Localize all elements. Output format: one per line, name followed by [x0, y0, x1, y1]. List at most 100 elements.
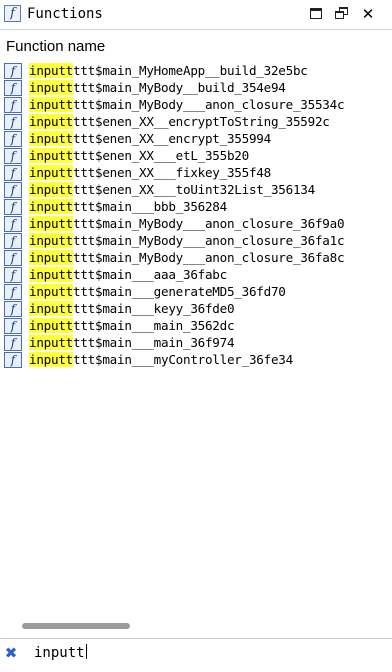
filter-input[interactable]: inputt [34, 643, 87, 663]
function-name: inputtttt$enen_XX___etL_355b20 [29, 147, 249, 164]
function-icon: f [4, 199, 22, 215]
table-row[interactable]: f inputtttt$main___generateMD5_36fd70 [0, 283, 392, 300]
function-name: inputtttt$main___keyy_36fde0 [29, 300, 235, 317]
function-name-rest: ttt$enen_XX__encrypt_355994 [73, 131, 271, 146]
table-row[interactable]: f inputtttt$enen_XX__encryptToString_3559… [0, 113, 392, 130]
table-row[interactable]: f inputtttt$main_MyBody___anon_closure_36… [0, 249, 392, 266]
search-match-highlight: inputt [29, 233, 73, 248]
function-name-rest: ttt$main_MyBody___anon_closure_36fa1c [73, 233, 345, 248]
function-icon: f [4, 352, 22, 368]
table-row[interactable]: f inputtttt$enen_XX___etL_355b20 [0, 147, 392, 164]
function-name: inputtttt$main___myController_36fe34 [29, 351, 293, 368]
search-match-highlight: inputt [29, 80, 73, 95]
function-name: inputtttt$enen_XX__encryptToString_35592… [29, 113, 330, 130]
function-name: inputtttt$main_MyBody___anon_closure_36f… [29, 215, 345, 232]
window-titlebar: f Functions ✕ [0, 0, 392, 30]
search-match-highlight: inputt [29, 250, 73, 265]
function-name-rest: ttt$main___main_36f974 [73, 335, 235, 350]
table-row[interactable]: f inputtttt$main___main_36f974 [0, 334, 392, 351]
table-row[interactable]: f inputtttt$main_MyBody___anon_closure_36… [0, 232, 392, 249]
function-icon: f [4, 267, 22, 283]
clear-filter-icon[interactable]: ✖ [4, 645, 18, 661]
function-name-rest: ttt$enen_XX___fixkey_355f48 [73, 165, 271, 180]
search-match-highlight: inputt [29, 165, 73, 180]
search-match-highlight: inputt [29, 352, 73, 367]
function-name-rest: ttt$enen_XX___etL_355b20 [73, 148, 249, 163]
search-match-highlight: inputt [29, 182, 73, 197]
table-row[interactable]: f inputtttt$enen_XX___fixkey_355f48 [0, 164, 392, 181]
function-name: inputtttt$main___generateMD5_36fd70 [29, 283, 286, 300]
function-name: inputtttt$main___main_36f974 [29, 334, 235, 351]
horizontal-scrollbar-thumb[interactable] [22, 623, 130, 629]
search-match-highlight: inputt [29, 267, 73, 282]
function-name-rest: ttt$enen_XX__encryptToString_35592c [73, 114, 330, 129]
table-row[interactable]: f inputtttt$enen_XX___toUint32List_356134 [0, 181, 392, 198]
function-icon: f [4, 148, 22, 164]
function-name-rest: ttt$main_MyBody___anon_closure_36f9a0 [73, 216, 345, 231]
function-icon: f [4, 250, 22, 266]
function-name: inputtttt$main_MyBody___anon_closure_36f… [29, 232, 345, 249]
function-name-rest: ttt$main___aaa_36fabc [73, 267, 227, 282]
column-header-function-name[interactable]: Function name [6, 37, 105, 57]
search-match-highlight: inputt [29, 284, 73, 299]
function-name-rest: ttt$main_MyHomeApp__build_32e5bc [73, 63, 308, 78]
function-name-rest: ttt$main___bbb_356284 [73, 199, 227, 214]
function-icon: f [4, 233, 22, 249]
function-icon: f [4, 5, 21, 22]
close-icon[interactable]: ✕ [360, 6, 376, 22]
table-row[interactable]: f inputtttt$main___myController_36fe34 [0, 351, 392, 368]
function-icon: f [4, 97, 22, 113]
restore-icon[interactable] [334, 6, 350, 22]
function-name: inputtttt$main_MyBody___anon_closure_36f… [29, 249, 345, 266]
function-icon: f [4, 335, 22, 351]
function-name-rest: ttt$main___myController_36fe34 [73, 352, 293, 367]
table-row[interactable]: f inputtttt$main_MyBody__build_354e94 [0, 79, 392, 96]
function-icon: f [4, 301, 22, 317]
function-icon: f [4, 182, 22, 198]
search-match-highlight: inputt [29, 114, 73, 129]
search-match-highlight: inputt [29, 97, 73, 112]
function-name: inputtttt$enen_XX___fixkey_355f48 [29, 164, 271, 181]
functions-panel: Function name f inputtttt$main_MyHomeApp_… [0, 30, 392, 636]
function-name: inputtttt$enen_XX___toUint32List_356134 [29, 181, 315, 198]
search-match-highlight: inputt [29, 318, 73, 333]
function-name-rest: ttt$main_MyBody___anon_closure_36fa8c [73, 250, 345, 265]
function-name: inputtttt$main_MyBody__build_354e94 [29, 79, 286, 96]
search-match-highlight: inputt [29, 148, 73, 163]
function-icon: f [4, 63, 22, 79]
function-icon: f [4, 216, 22, 232]
function-name: inputtttt$main_MyHomeApp__build_32e5bc [29, 62, 308, 79]
function-icon: f [4, 165, 22, 181]
filter-input-value: inputt [34, 645, 85, 661]
function-list: f inputtttt$main_MyHomeApp__build_32e5bc f… [0, 62, 392, 368]
function-name: inputtttt$main___main_3562dc [29, 317, 235, 334]
table-row[interactable]: f inputtttt$main___main_3562dc [0, 317, 392, 334]
search-match-highlight: inputt [29, 63, 73, 78]
function-icon: f [4, 284, 22, 300]
table-row[interactable]: f inputtttt$main___keyy_36fde0 [0, 300, 392, 317]
function-name-rest: ttt$enen_XX___toUint32List_356134 [73, 182, 315, 197]
function-name-rest: ttt$main___keyy_36fde0 [73, 301, 235, 316]
function-name: inputtttt$main___bbb_356284 [29, 198, 227, 215]
text-caret [85, 644, 87, 659]
search-match-highlight: inputt [29, 216, 73, 231]
maximize-icon[interactable] [308, 6, 324, 22]
search-match-highlight: inputt [29, 301, 73, 316]
window-title: Functions [27, 6, 103, 22]
table-row[interactable]: f inputtttt$main___aaa_36fabc [0, 266, 392, 283]
function-name-rest: ttt$main_MyBody___anon_closure_35534c [73, 97, 345, 112]
function-name-rest: ttt$main_MyBody__build_354e94 [73, 80, 286, 95]
function-name-rest: ttt$main___main_3562dc [73, 318, 235, 333]
table-row[interactable]: f inputtttt$main_MyBody___anon_closure_36… [0, 215, 392, 232]
function-icon: f [4, 318, 22, 334]
filter-bar: ✖ inputt [0, 638, 392, 672]
table-row[interactable]: f inputtttt$main_MyBody___anon_closure_35… [0, 96, 392, 113]
search-match-highlight: inputt [29, 131, 73, 146]
search-match-highlight: inputt [29, 335, 73, 350]
table-row[interactable]: f inputtttt$enen_XX__encrypt_355994 [0, 130, 392, 147]
function-name: inputtttt$enen_XX__encrypt_355994 [29, 130, 271, 147]
search-match-highlight: inputt [29, 199, 73, 214]
function-icon: f [4, 80, 22, 96]
table-row[interactable]: f inputtttt$main_MyHomeApp__build_32e5bc [0, 62, 392, 79]
table-row[interactable]: f inputtttt$main___bbb_356284 [0, 198, 392, 215]
